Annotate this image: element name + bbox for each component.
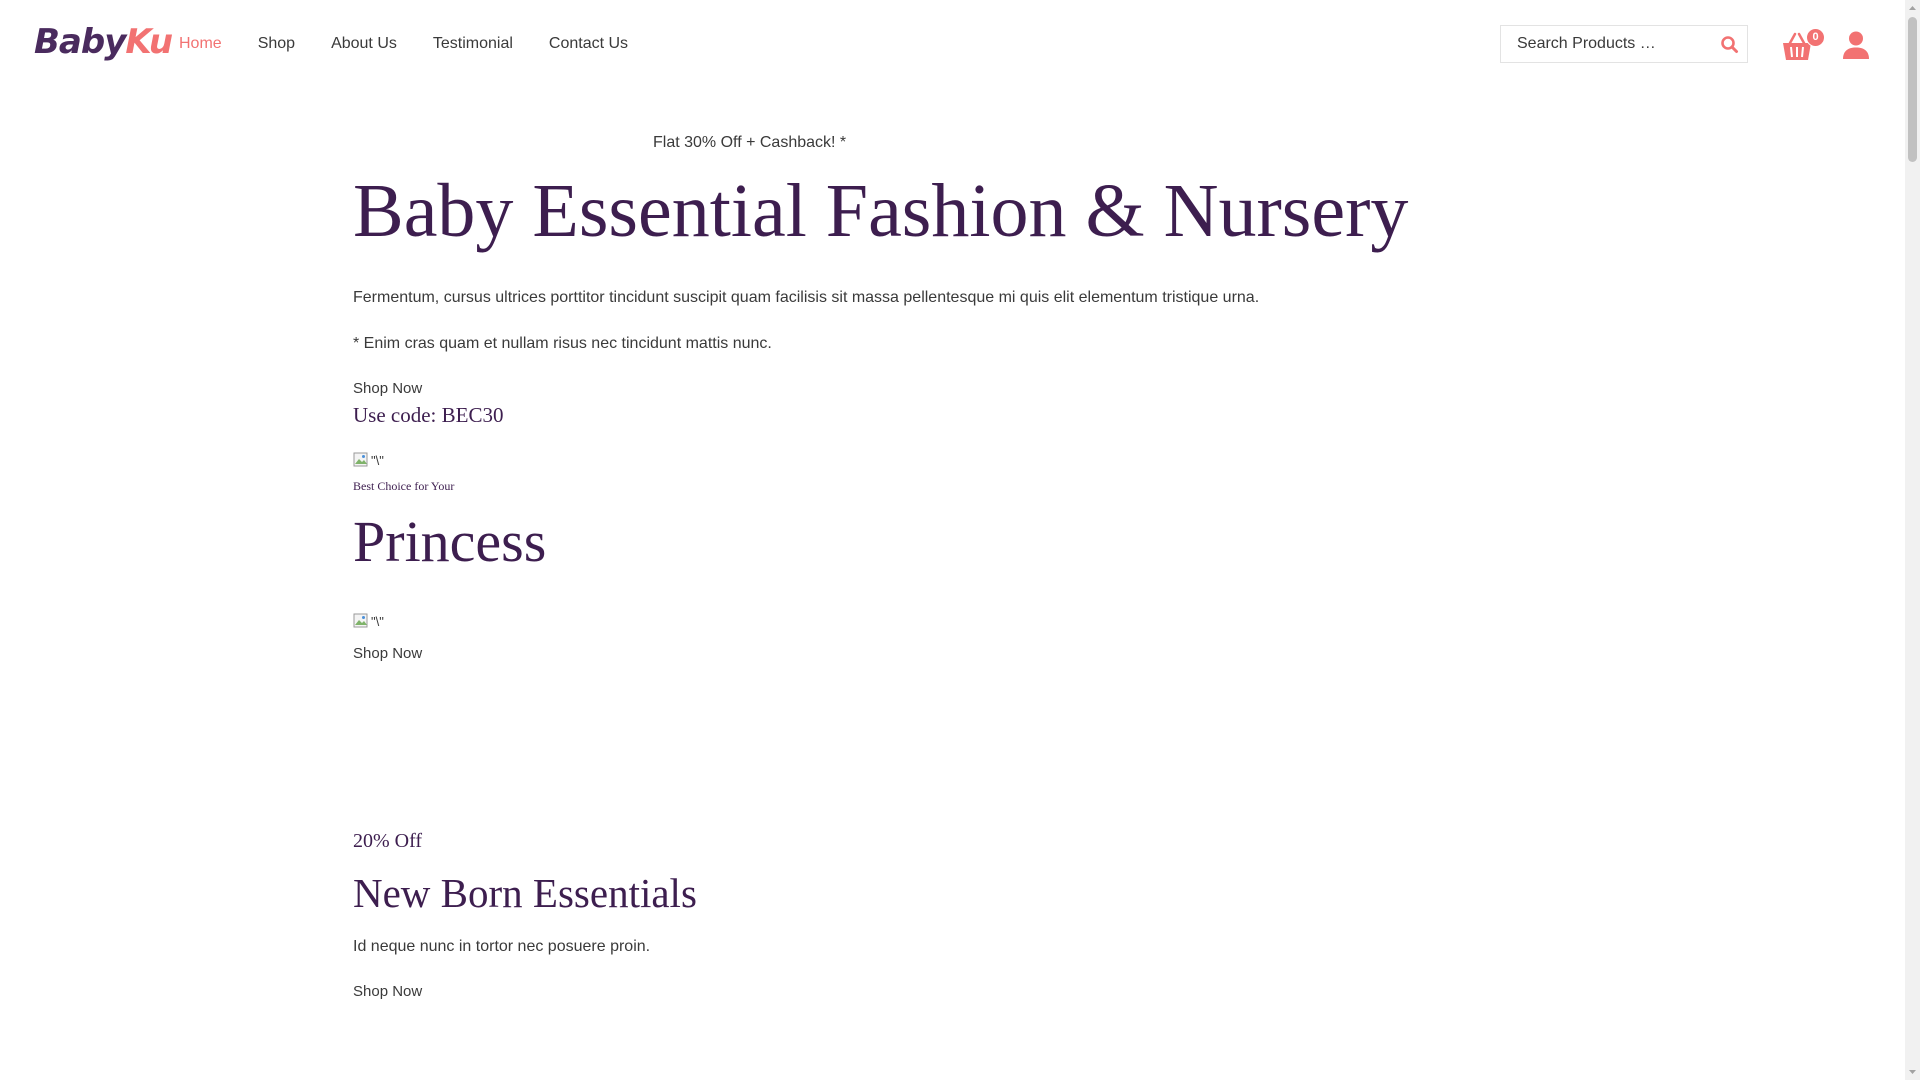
search-input[interactable] bbox=[1501, 26, 1711, 62]
broken-image-alt: "\" bbox=[371, 613, 384, 629]
account-button[interactable] bbox=[1841, 30, 1871, 60]
scrollbar-thumb[interactable] bbox=[1908, 17, 1917, 162]
newborn-title: New Born Essentials bbox=[353, 870, 697, 916]
logo-text-ku: Ku bbox=[125, 22, 173, 62]
search-icon bbox=[1721, 36, 1738, 53]
broken-image: "\" bbox=[353, 613, 384, 629]
site-header: BabyKu Home Shop About Us Testimonial Co… bbox=[0, 0, 1905, 90]
nav-item-testimonial[interactable]: Testimonial bbox=[433, 35, 513, 52]
search-button[interactable] bbox=[1719, 34, 1741, 56]
feature-shop-now-link[interactable]: Shop Now bbox=[353, 645, 422, 663]
newborn-shop-now-link[interactable]: Shop Now bbox=[353, 983, 422, 1001]
hero-note: * Enim cras quam et nullam risus nec tin… bbox=[353, 335, 772, 352]
discount-label: 20% Off bbox=[353, 830, 423, 852]
promo-text: Flat 30% Off + Cashback! * bbox=[653, 134, 847, 151]
main-nav: Home Shop About Us Testimonial Contact U… bbox=[179, 34, 664, 54]
hero-shop-now-link[interactable]: Shop Now bbox=[353, 380, 422, 398]
newborn-description: Id neque nunc in tortor nec posuere proi… bbox=[353, 938, 651, 955]
cart-count-badge: 0 bbox=[1806, 28, 1825, 47]
hero-description: Fermentum, cursus ultrices porttitor tin… bbox=[353, 289, 1260, 306]
broken-image-icon bbox=[353, 452, 368, 467]
feature-title: Princess bbox=[353, 509, 547, 574]
coupon-code: Use code: BEC30 bbox=[353, 403, 504, 427]
broken-image-alt: "\" bbox=[371, 452, 384, 468]
hero-title: Baby Essential Fashion & Nursery bbox=[353, 169, 1409, 253]
nav-item-about-us[interactable]: About Us bbox=[331, 35, 397, 52]
nav-item-home[interactable]: Home bbox=[179, 35, 222, 52]
user-icon bbox=[1843, 31, 1869, 59]
feature-eyebrow: Best Choice for Your bbox=[353, 479, 455, 493]
scroll-down-arrow-icon[interactable] bbox=[1908, 1067, 1917, 1077]
product-search bbox=[1500, 25, 1748, 63]
broken-image: "\" bbox=[353, 452, 384, 468]
page-scrollbar[interactable] bbox=[1905, 0, 1920, 1080]
nav-item-contact-us[interactable]: Contact Us bbox=[549, 35, 628, 52]
broken-image-icon bbox=[353, 613, 368, 628]
logo-text-baby: Baby bbox=[34, 22, 126, 62]
nav-item-shop[interactable]: Shop bbox=[258, 35, 295, 52]
site-logo[interactable]: BabyKu bbox=[34, 22, 173, 62]
scroll-up-arrow-icon[interactable] bbox=[1908, 3, 1917, 13]
